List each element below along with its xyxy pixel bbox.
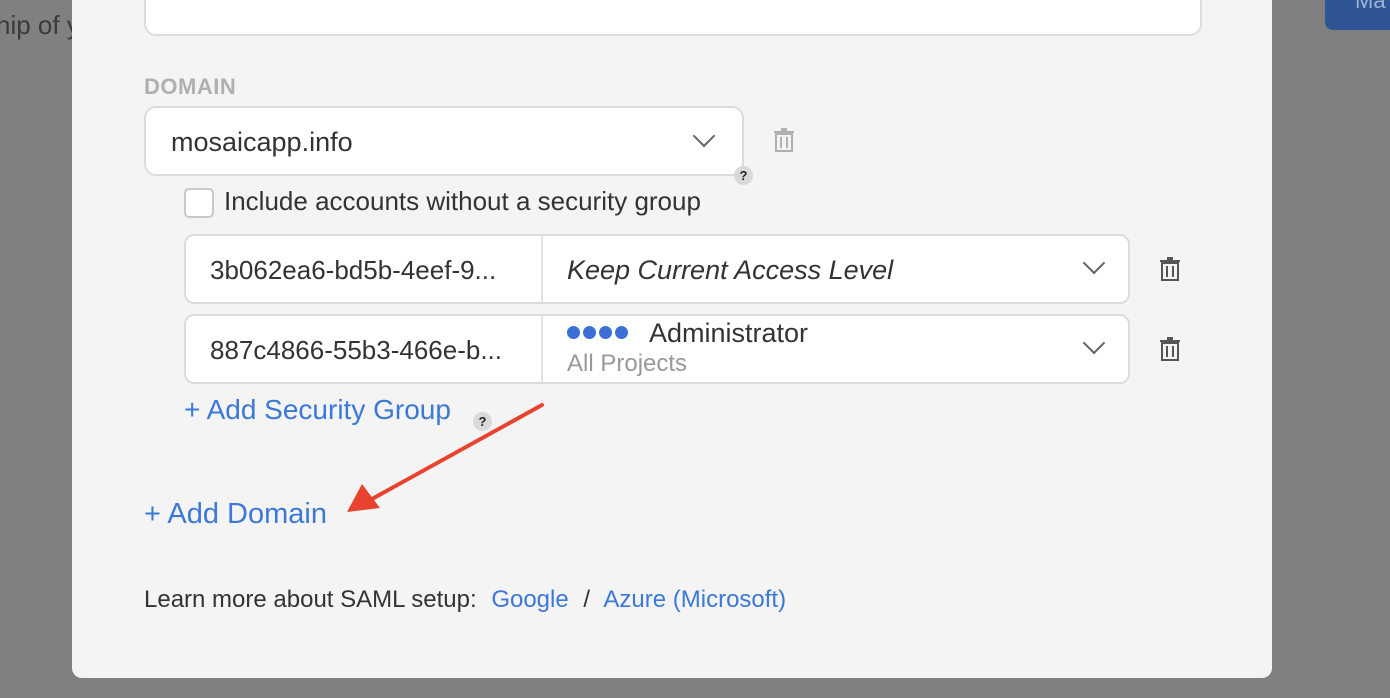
saml-settings-modal: DOMAIN mosaicapp.info Include accounts w… bbox=[72, 0, 1272, 678]
learn-more-text: Learn more about SAML setup: bbox=[144, 586, 477, 613]
previous-field[interactable] bbox=[144, 0, 1202, 36]
chevron-down-icon bbox=[1082, 331, 1106, 355]
include-accounts-label: Include accounts without a security grou… bbox=[224, 186, 701, 216]
level-dot bbox=[567, 326, 580, 339]
domain-section-label: DOMAIN bbox=[144, 74, 237, 99]
security-group-row: 3b062ea6-bd5b-4eef-9... Keep Current Acc… bbox=[184, 234, 1130, 304]
group-divider bbox=[541, 316, 543, 382]
domain-select[interactable]: mosaicapp.info bbox=[144, 106, 744, 176]
azure-link[interactable]: Azure (Microsoft) bbox=[603, 586, 786, 613]
group-divider bbox=[541, 236, 543, 302]
google-link[interactable]: Google bbox=[491, 586, 568, 613]
access-scope: All Projects bbox=[567, 350, 688, 377]
access-role[interactable]: Administrator bbox=[649, 318, 808, 349]
add-security-group-link[interactable]: + Add Security Group bbox=[184, 394, 451, 426]
security-group-id[interactable]: 887c4866-55b3-466e-b... bbox=[210, 335, 530, 366]
add-domain-link[interactable]: + Add Domain bbox=[144, 498, 327, 531]
level-dot bbox=[599, 326, 612, 339]
chevron-down-icon bbox=[1082, 251, 1106, 275]
level-dot bbox=[583, 326, 596, 339]
learn-more-row: Learn more about SAML setup: Google / Az… bbox=[144, 586, 786, 614]
background-button[interactable]: Ma bbox=[1325, 0, 1390, 30]
security-group-row: 887c4866-55b3-466e-b... Administrator Al… bbox=[184, 314, 1130, 384]
background-page-text: hip of y bbox=[0, 10, 80, 40]
level-dot bbox=[615, 326, 628, 339]
security-group-id[interactable]: 3b062ea6-bd5b-4eef-9... bbox=[210, 255, 530, 286]
domain-select-value: mosaicapp.info bbox=[171, 127, 353, 157]
add-security-group-help-icon[interactable]: ? bbox=[473, 412, 492, 431]
link-separator: / bbox=[583, 586, 591, 613]
delete-group-trash-icon[interactable] bbox=[1160, 257, 1180, 281]
delete-group-trash-icon[interactable] bbox=[1160, 337, 1180, 361]
access-level-select[interactable]: Keep Current Access Level bbox=[567, 255, 893, 286]
access-level-dots bbox=[567, 326, 631, 344]
include-accounts-help-icon[interactable]: ? bbox=[734, 166, 753, 185]
delete-domain-trash-icon[interactable] bbox=[774, 128, 794, 152]
chevron-down-icon bbox=[692, 124, 716, 148]
include-accounts-checkbox[interactable] bbox=[184, 188, 214, 218]
